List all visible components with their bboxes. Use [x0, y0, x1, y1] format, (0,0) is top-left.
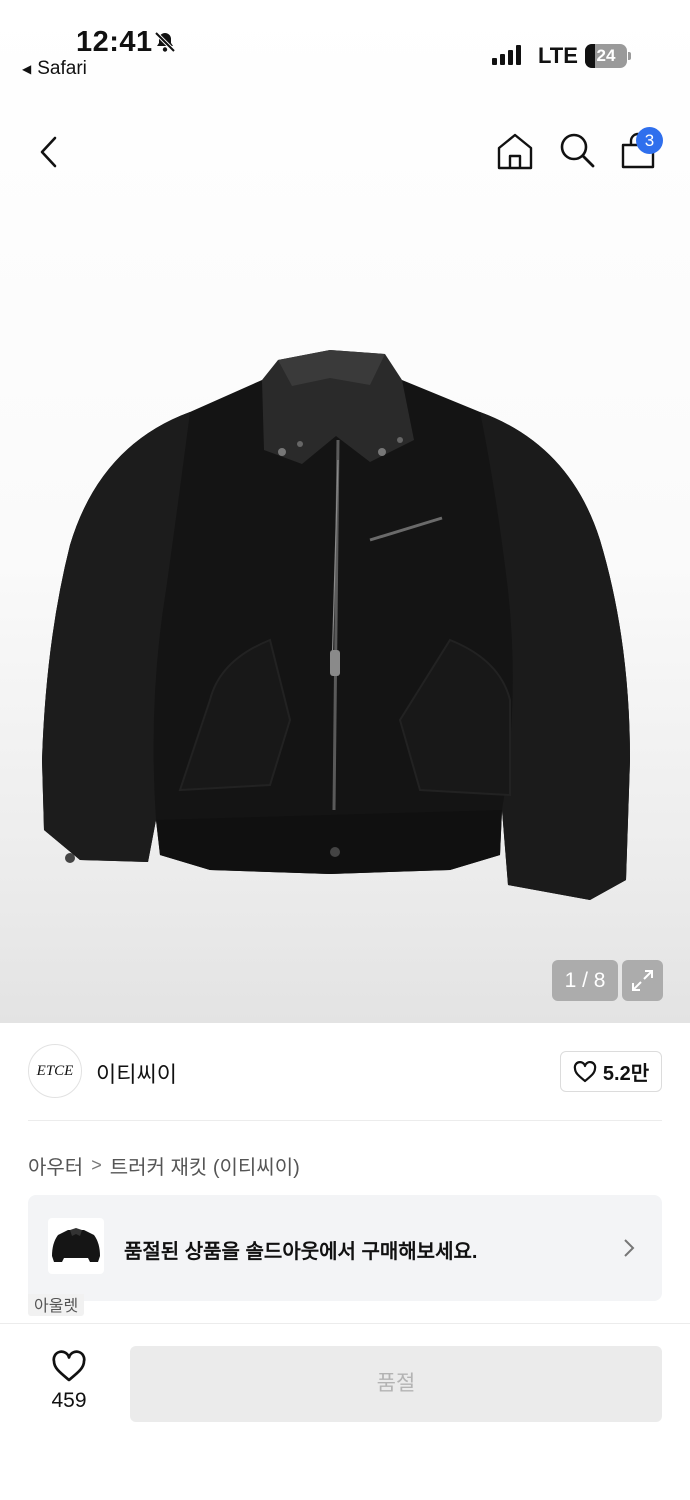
- soldout-banner-text: 품절된 상품을 솔드아웃에서 구매해보세요.: [124, 1241, 478, 1263]
- breadcrumb: 아우터 > 트러커 재킷 (이티씨이): [28, 1151, 300, 1180]
- signal-icon: [492, 45, 521, 65]
- product-photo-jacket[interactable]: [30, 340, 660, 920]
- wishlist-button[interactable]: 459: [40, 1344, 98, 1424]
- divider: [28, 1120, 662, 1121]
- search-icon[interactable]: [556, 130, 598, 172]
- brand-like-button[interactable]: 5.2만: [560, 1051, 662, 1092]
- soldout-thumbnail: [48, 1218, 104, 1274]
- battery-percent: 24: [596, 46, 616, 65]
- network-label: LTE: [538, 43, 578, 68]
- brand-like-count: 5.2만: [602, 1063, 650, 1085]
- back-triangle-icon: ◀: [22, 62, 32, 76]
- breadcrumb-category[interactable]: 아우터: [28, 1151, 83, 1180]
- soldout-promo-banner[interactable]: 품절된 상품을 솔드아웃에서 구매해보세요.: [28, 1195, 662, 1301]
- chevron-right-icon: [624, 1239, 635, 1257]
- breadcrumb-product: 트러커 재킷 (이티씨이): [109, 1157, 300, 1179]
- bell-slash-icon: [154, 31, 176, 53]
- expand-image-button[interactable]: [622, 960, 663, 1001]
- heart-icon: [52, 1350, 86, 1382]
- soldout-button[interactable]: 품절: [130, 1346, 662, 1422]
- brand-logo[interactable]: ETCE: [28, 1044, 82, 1098]
- cart-count-badge: 3: [636, 127, 663, 154]
- back-to-safari[interactable]: ◀ Safari: [22, 58, 87, 80]
- battery-icon: 24: [585, 44, 631, 68]
- status-time: 12:41: [76, 26, 153, 58]
- wishlist-count: 459: [51, 1389, 87, 1412]
- home-icon[interactable]: [494, 130, 536, 172]
- heart-icon: [573, 1060, 597, 1082]
- product-image-area[interactable]: 12:41 ◀ Safari LTE 24 3 1 / 8: [0, 0, 690, 1023]
- brand-name[interactable]: 이티씨이: [96, 1057, 177, 1089]
- back-chevron-icon[interactable]: [30, 132, 70, 172]
- expand-icon: [632, 970, 653, 991]
- chevron-right-icon: >: [91, 1155, 102, 1175]
- bottom-action-bar: 459 품절: [0, 1323, 690, 1500]
- back-app-label: Safari: [37, 58, 87, 79]
- image-counter: 1 / 8: [552, 960, 618, 1001]
- outlet-tag: 아울렛: [28, 1294, 85, 1316]
